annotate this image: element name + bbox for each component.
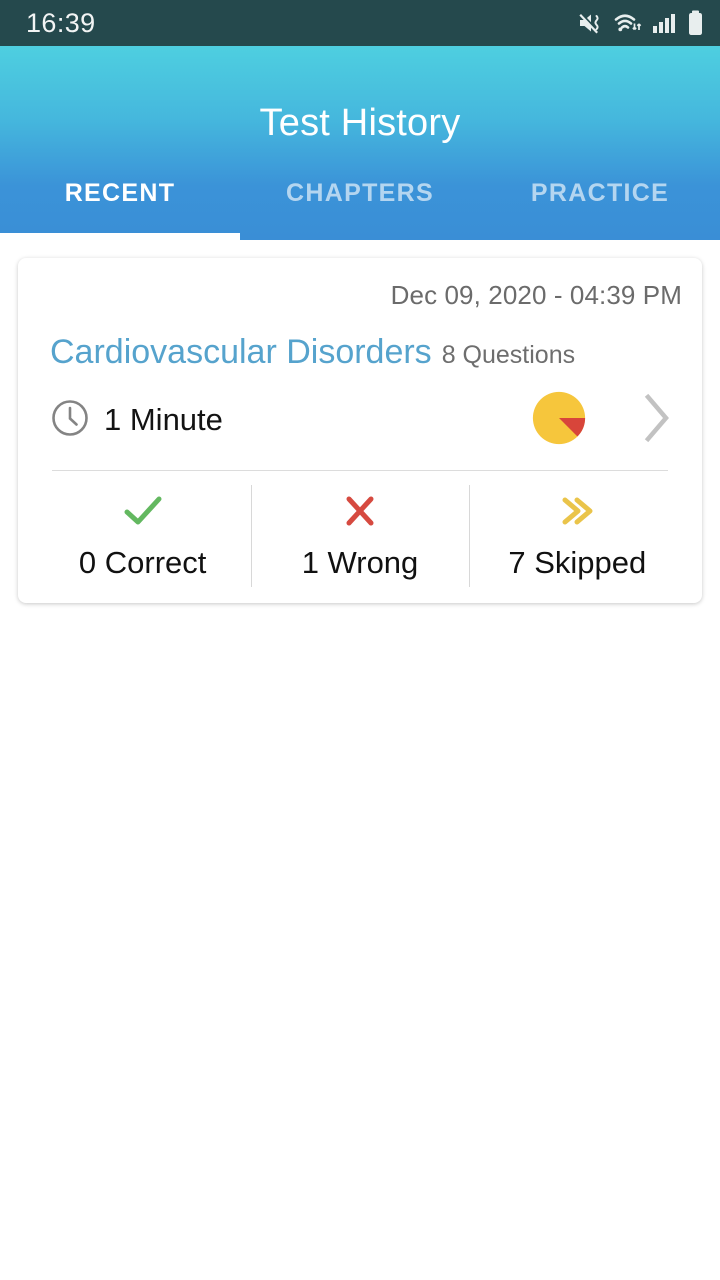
clock-icon [50, 398, 90, 443]
mute-vibrate-icon [578, 11, 604, 35]
app-bar: Test History RECENT CHAPTERS PRACTICE [0, 46, 720, 240]
tab-recent-label: RECENT [64, 178, 176, 207]
tab-chapters-label: CHAPTERS [286, 178, 434, 207]
card-date: Dec 09, 2020 - 04:39 PM [390, 280, 682, 310]
card-question-count: 8 Questions [441, 341, 576, 369]
status-icons [578, 10, 704, 36]
tab-chapters[interactable]: CHAPTERS [240, 158, 480, 240]
check-icon [119, 489, 167, 533]
tab-practice[interactable]: PRACTICE [480, 158, 720, 240]
stat-wrong: 1 Wrong [251, 485, 468, 587]
tab-recent[interactable]: RECENT [0, 158, 240, 240]
card-stats: 0 Correct 1 Wrong 7 Skipped [34, 471, 686, 603]
card-title: Cardiovascular Disorders [50, 333, 432, 371]
battery-icon [687, 10, 704, 36]
duration-group: 1 Minute [50, 398, 223, 443]
duration-text: 1 Minute [104, 402, 223, 437]
double-chevron-icon [553, 489, 601, 533]
wifi-icon [613, 11, 643, 35]
status-clock: 16:39 [26, 7, 96, 38]
chevron-right-icon[interactable] [640, 391, 674, 450]
card-title-row: Cardiovascular Disorders 8 Questions [34, 311, 686, 372]
cross-icon [338, 489, 382, 533]
result-pie-chart [530, 389, 588, 452]
status-bar: 16:39 [0, 0, 720, 46]
stat-skipped: 7 Skipped [468, 485, 686, 587]
content-area: Dec 09, 2020 - 04:39 PM Cardiovascular D… [0, 240, 720, 1280]
stat-correct: 0 Correct [34, 489, 251, 581]
card-duration-row: 1 Minute [34, 372, 686, 448]
signal-icon [652, 11, 678, 35]
test-history-card[interactable]: Dec 09, 2020 - 04:39 PM Cardiovascular D… [18, 258, 702, 603]
stat-skipped-label: 7 Skipped [508, 545, 647, 580]
stat-wrong-label: 1 Wrong [301, 545, 419, 580]
tab-bar: RECENT CHAPTERS PRACTICE [0, 158, 720, 240]
tab-practice-label: PRACTICE [530, 178, 670, 207]
stat-correct-label: 0 Correct [78, 545, 207, 580]
